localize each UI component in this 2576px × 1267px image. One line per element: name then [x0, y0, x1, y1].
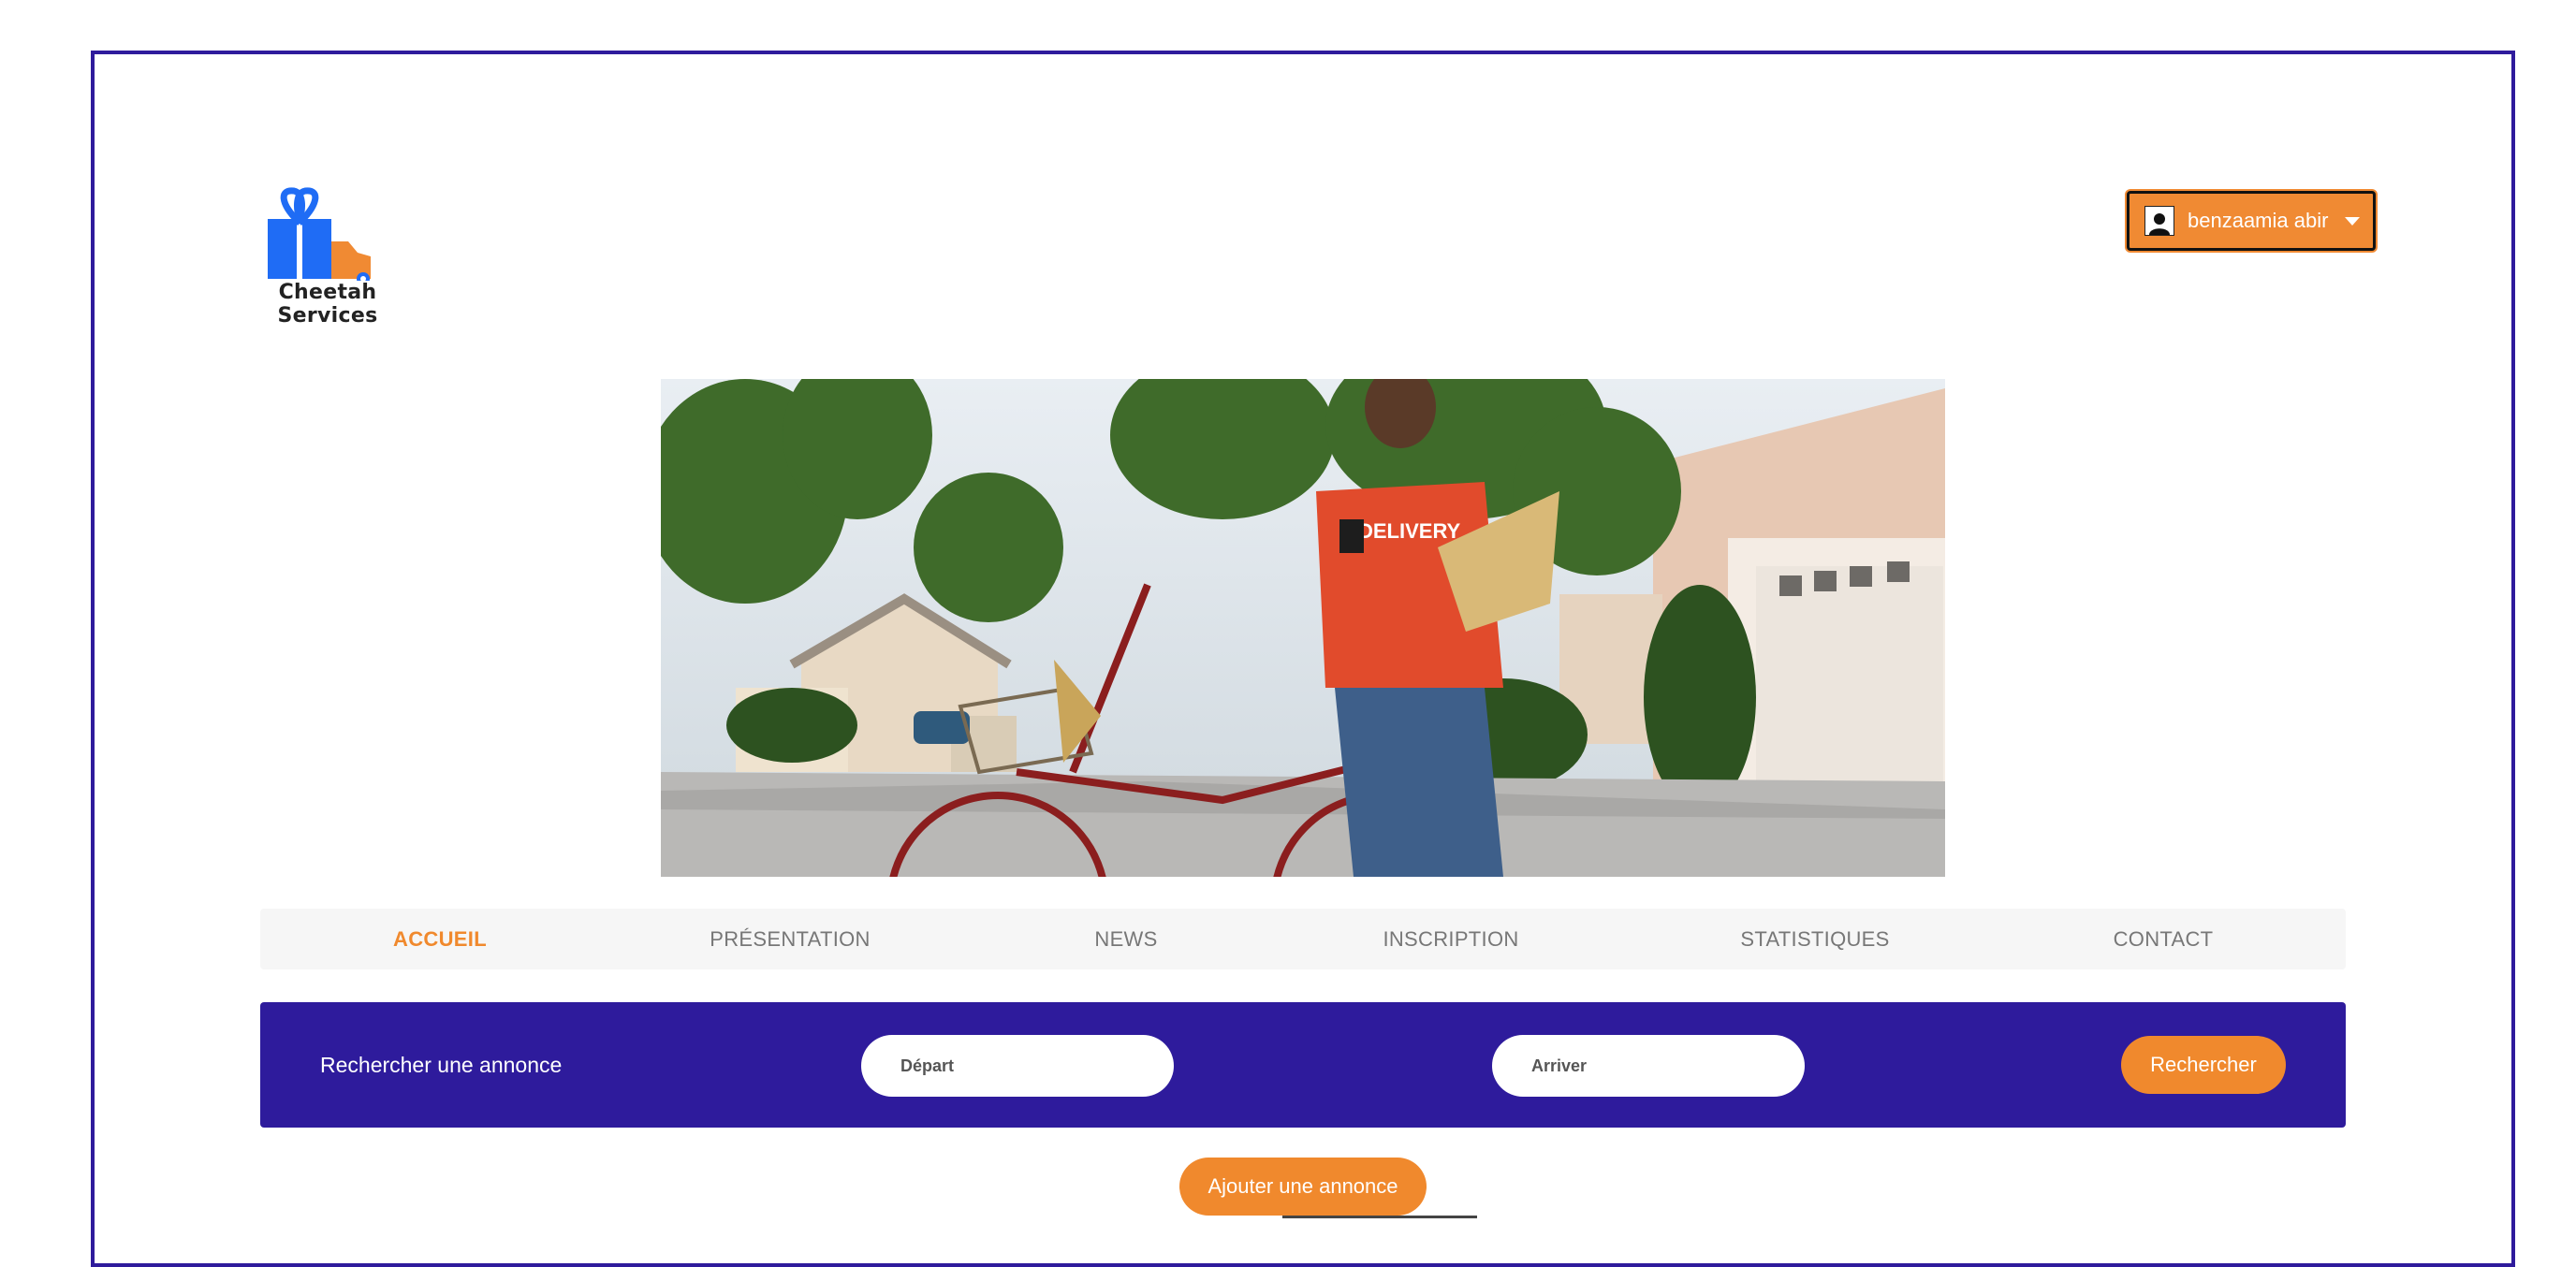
chevron-down-icon	[2345, 216, 2360, 226]
nav-item-contact[interactable]: CONTACT	[2114, 927, 2214, 952]
nav-item-presentation[interactable]: PRÉSENTATION	[710, 927, 870, 952]
search-panel-title: Rechercher une annonce	[320, 1053, 563, 1077]
user-menu-button[interactable]: benzaamia abir	[2127, 191, 2376, 251]
departure-input[interactable]: Départ	[861, 1035, 1174, 1097]
user-name: benzaamia abir	[2188, 209, 2329, 232]
add-listing-button[interactable]: Ajouter une annonce	[1179, 1158, 1427, 1216]
nav-item-news[interactable]: NEWS	[1094, 927, 1157, 952]
arrival-placeholder: Arriver	[1531, 1056, 1588, 1075]
brand-logo[interactable]: Cheetah Services	[236, 187, 419, 328]
search-listing-panel: Rechercher une annonce Départ Arriver Re…	[260, 1002, 2346, 1128]
nav-item-statistiques[interactable]: STATISTIQUES	[1740, 927, 1889, 952]
hero-image: DELIVERY	[661, 379, 1945, 877]
user-avatar-icon	[2144, 206, 2174, 236]
main-navigation: ACCUEIL PRÉSENTATION NEWS INSCRIPTION ST…	[260, 909, 2346, 969]
svg-text:DELIVERY: DELIVERY	[1358, 519, 1461, 543]
search-button[interactable]: Rechercher	[2121, 1036, 2286, 1094]
departure-placeholder: Départ	[900, 1056, 955, 1075]
gift-truck-logo-icon	[268, 187, 371, 281]
nav-item-inscription[interactable]: INSCRIPTION	[1383, 927, 1518, 952]
brand-name: Cheetah Services	[277, 281, 378, 328]
nav-item-accueil[interactable]: ACCUEIL	[393, 927, 487, 952]
arrival-input[interactable]: Arriver	[1492, 1035, 1805, 1097]
